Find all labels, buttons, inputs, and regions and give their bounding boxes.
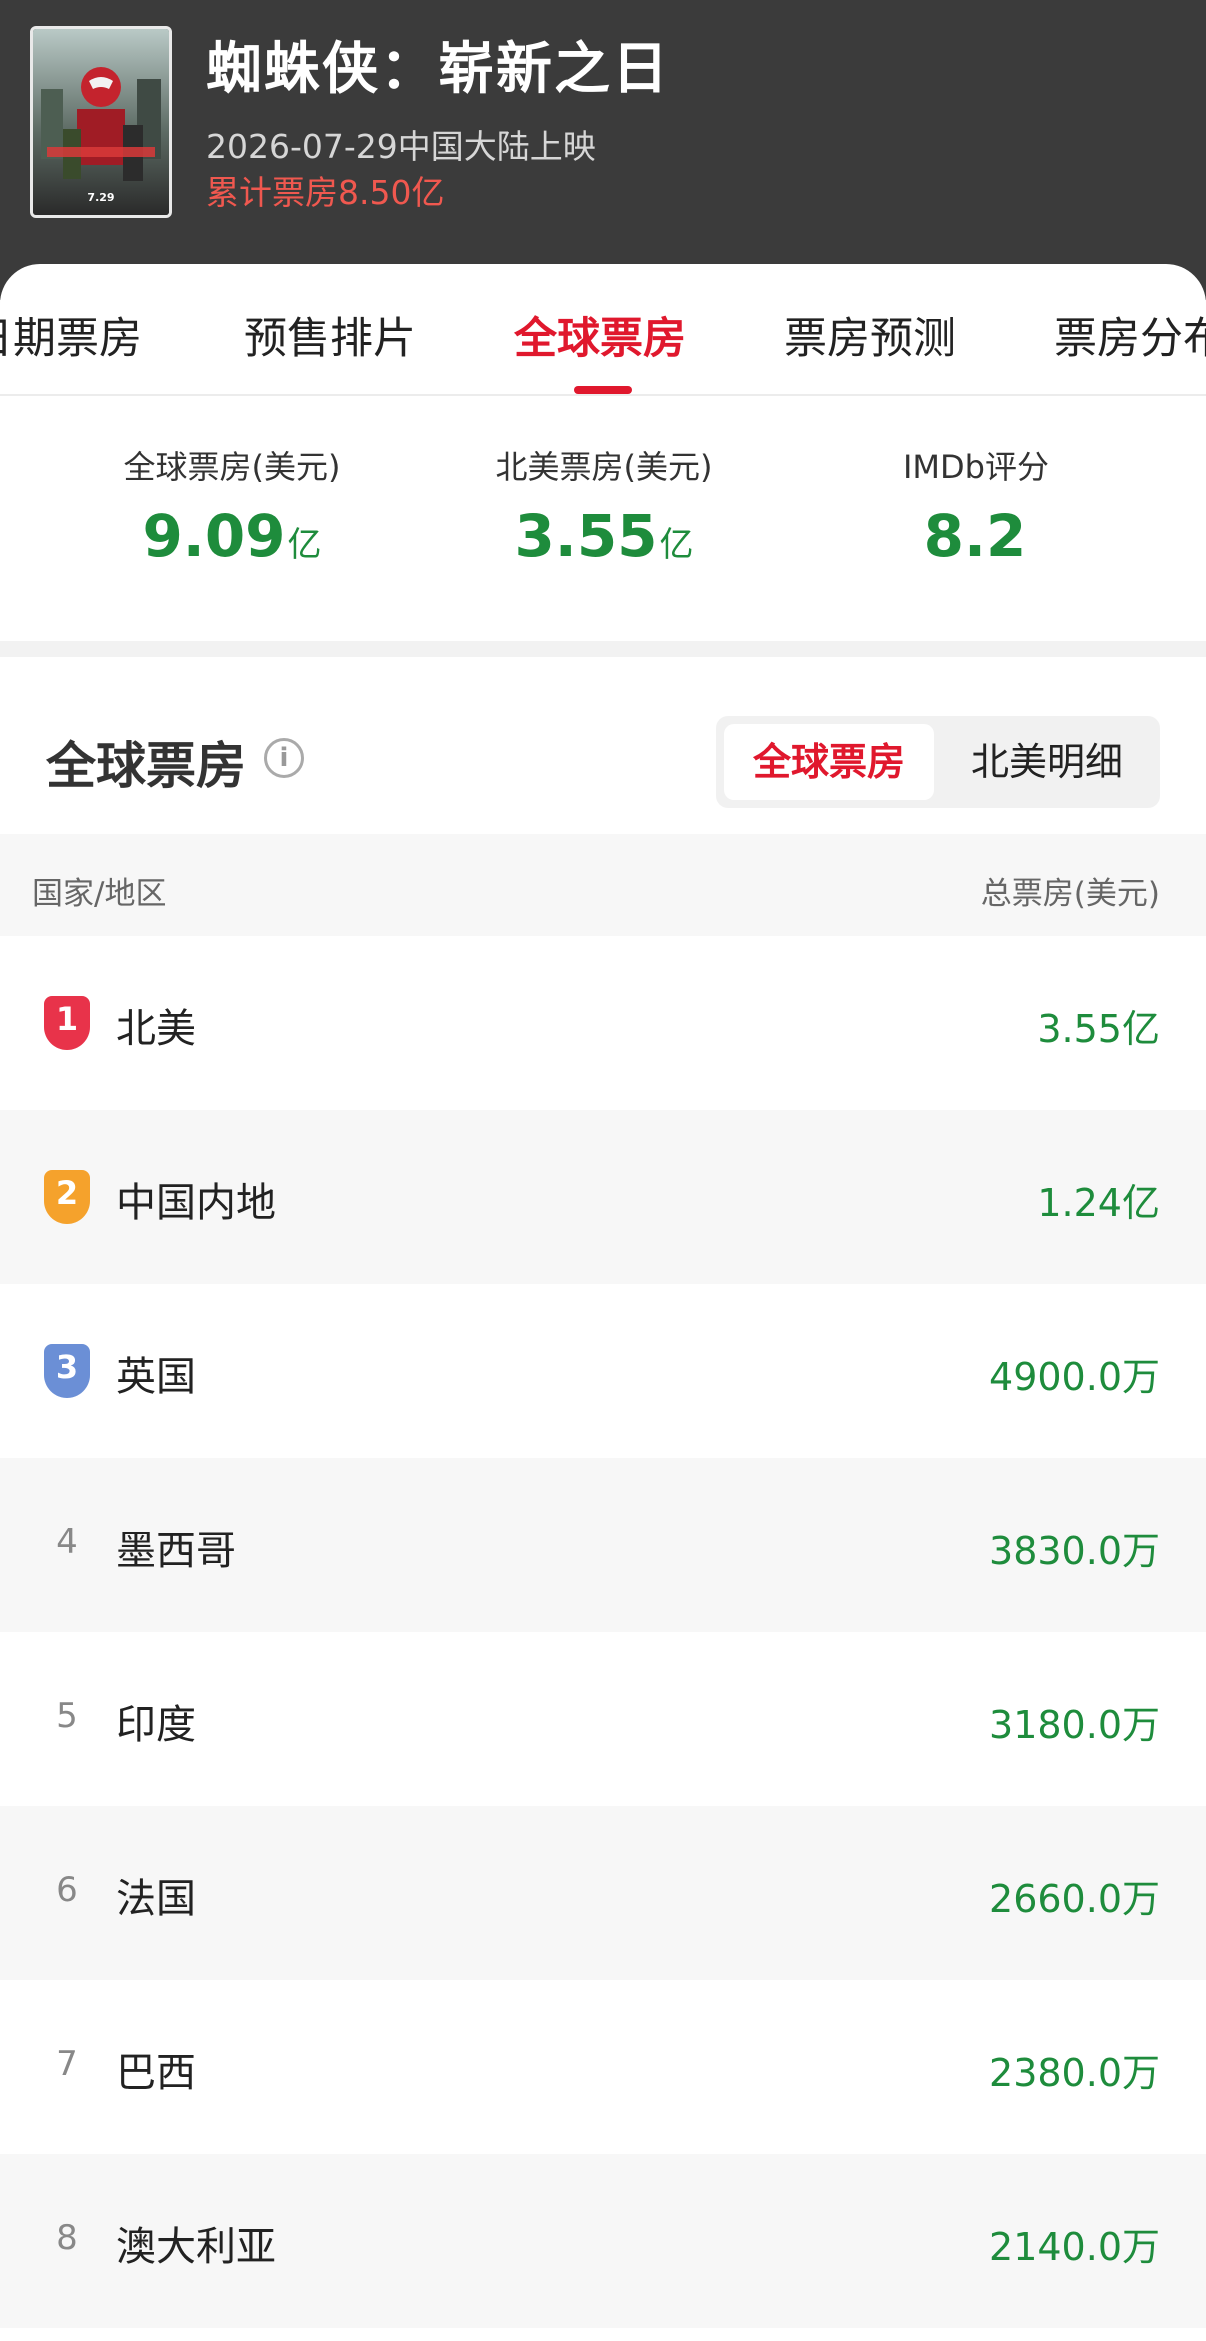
tab-bar: 日期票房 预售排片 全球票房 票房预测 票房分布 <box>0 264 1206 396</box>
release-info: 2026-07-29中国大陆上映 <box>206 127 596 166</box>
segment-global[interactable]: 全球票房 <box>724 724 934 800</box>
box-office-amount: 1.24亿 <box>1037 1181 1160 1225</box>
box-office-amount: 2660.0万 <box>989 1877 1160 1921</box>
rank-badge: 1 <box>44 996 90 1050</box>
table-row[interactable]: 1 北美 3.55亿 <box>0 936 1206 1110</box>
stat-north-america: 北美票房(美元) 3.55亿 <box>414 442 794 570</box>
stat-number: 8.2 <box>923 502 1027 570</box>
info-icon[interactable]: i <box>264 738 304 778</box>
total-box-office: 累计票房8.50亿 <box>206 173 445 212</box>
poster-image: 7.29 <box>33 29 169 215</box>
movie-title: 蜘蛛侠：崭新之日 <box>206 37 670 102</box>
segmented-control: 全球票房 北美明细 <box>716 716 1160 808</box>
table-row[interactable]: 4 墨西哥 3830.0万 <box>0 1458 1206 1632</box>
box-office-amount: 3180.0万 <box>989 1703 1160 1747</box>
tab-global-box-office[interactable]: 全球票房 <box>514 304 686 366</box>
country-name: 墨西哥 <box>116 1528 236 1574</box>
stat-number: 9.09 <box>142 502 286 570</box>
rank-number: 7 <box>56 2044 78 2084</box>
table-row[interactable]: 5 印度 3180.0万 <box>0 1632 1206 1806</box>
poster-date: 7.29 <box>87 191 114 204</box>
country-name: 澳大利亚 <box>116 2224 276 2270</box>
table-header: 国家/地区 总票房(美元) <box>0 834 1206 936</box>
stat-value: 9.09亿 <box>42 502 422 570</box>
country-name: 英国 <box>116 1354 196 1400</box>
content-card: 日期票房 预售排片 全球票房 票房预测 票房分布 全球票房(美元) 9.09亿 … <box>0 264 1206 2341</box>
country-name: 北美 <box>116 1006 196 1052</box>
box-office-amount: 2380.0万 <box>989 2051 1160 2095</box>
country-name: 巴西 <box>116 2050 196 2096</box>
rank-number: 6 <box>56 1870 78 1910</box>
box-office-amount: 2140.0万 <box>989 2225 1160 2269</box>
table-row[interactable]: 6 法国 2660.0万 <box>0 1806 1206 1980</box>
stat-unit: 亿 <box>659 525 694 565</box>
tab-daily-box-office[interactable]: 日期票房 <box>0 304 142 366</box>
table-row[interactable]: 2 中国内地 1.24亿 <box>0 1110 1206 1284</box>
box-office-table: 1 北美 3.55亿 2 中国内地 1.24亿 3 英国 4900.0万 4 墨… <box>0 936 1206 2328</box>
rank-number: 5 <box>56 1696 78 1736</box>
country-name: 法国 <box>116 1876 196 1922</box>
active-tab-indicator <box>574 386 632 394</box>
stats-summary: 全球票房(美元) 9.09亿 北美票房(美元) 3.55亿 IMDb评分 8.2 <box>0 396 1206 641</box>
tab-box-office-distribution[interactable]: 票房分布 <box>1054 304 1206 366</box>
movie-header: 7.29 蜘蛛侠：崭新之日 2026-07-29中国大陆上映 累计票房8.50亿 <box>0 0 1206 300</box>
stat-global: 全球票房(美元) 9.09亿 <box>42 442 422 570</box>
rank-badge: 3 <box>44 1344 90 1398</box>
stat-unit: 亿 <box>287 525 322 565</box>
segment-north-america-detail[interactable]: 北美明细 <box>942 724 1152 800</box>
stat-label: 北美票房(美元) <box>495 448 713 486</box>
rank-number: 8 <box>56 2218 78 2258</box>
tab-presale-schedule[interactable]: 预售排片 <box>244 304 416 366</box>
column-region: 国家/地区 <box>32 876 167 912</box>
tab-box-office-forecast[interactable]: 票房预测 <box>784 304 956 366</box>
stat-value: 8.2 <box>786 502 1166 570</box>
table-row[interactable]: 8 澳大利亚 2140.0万 <box>0 2154 1206 2328</box>
stat-imdb: IMDb评分 8.2 <box>786 442 1166 570</box>
rank-badge: 2 <box>44 1170 90 1224</box>
table-row[interactable]: 7 巴西 2380.0万 <box>0 1980 1206 2154</box>
stat-number: 3.55 <box>514 502 658 570</box>
column-total: 总票房(美元) <box>980 876 1160 912</box>
box-office-amount: 3.55亿 <box>1037 1007 1160 1051</box>
rank-number: 4 <box>56 1522 78 1562</box>
movie-poster[interactable]: 7.29 <box>30 26 172 218</box>
country-name: 印度 <box>116 1702 196 1748</box>
section-divider <box>0 641 1206 657</box>
box-office-amount: 4900.0万 <box>989 1355 1160 1399</box>
stat-label: IMDb评分 <box>902 448 1049 486</box>
country-name: 中国内地 <box>116 1180 276 1226</box>
table-row[interactable]: 3 英国 4900.0万 <box>0 1284 1206 1458</box>
stat-value: 3.55亿 <box>414 502 794 570</box>
box-office-amount: 3830.0万 <box>989 1529 1160 1573</box>
stat-label: 全球票房(美元) <box>123 448 341 486</box>
section-title: 全球票房 <box>46 737 246 795</box>
